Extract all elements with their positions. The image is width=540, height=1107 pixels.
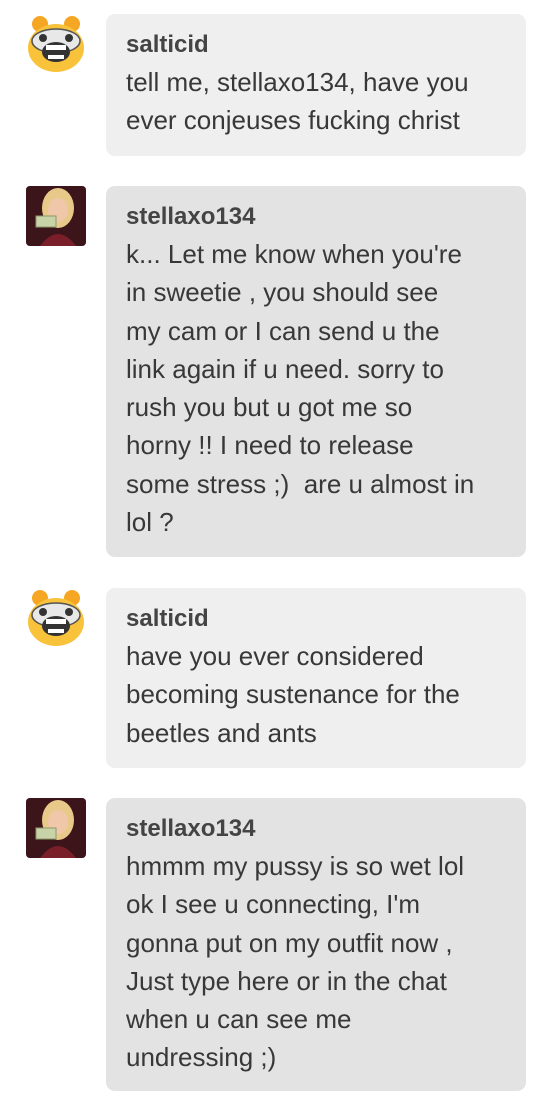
message-text: hmmm my pussy is so wet lol ok I see u c… [126, 851, 465, 1073]
message-bubble: stellaxo134 k... Let me know when you're… [106, 186, 526, 557]
message-bubble: salticid have you ever considered becomi… [106, 588, 526, 768]
user-photo-avatar-icon[interactable] [26, 186, 86, 246]
message-username[interactable]: salticid [126, 605, 506, 633]
message-text: tell me, stellaxo134, have you ever conj… [126, 67, 469, 136]
message-username[interactable]: stellaxo134 [126, 203, 506, 231]
user-photo-avatar-icon[interactable] [26, 798, 86, 858]
message-bubble: stellaxo134 hmmm my pussy is so wet lol … [106, 798, 526, 1091]
cartoon-monster-avatar-icon[interactable] [26, 588, 86, 648]
cartoon-monster-avatar-icon[interactable] [26, 14, 86, 74]
message-text: k... Let me know when you're in sweetie … [126, 239, 475, 538]
message-username[interactable]: salticid [126, 31, 506, 59]
message-bubble: salticid tell me, stellaxo134, have you … [106, 14, 526, 156]
message-text: have you ever considered becoming susten… [126, 641, 460, 748]
message-username[interactable]: stellaxo134 [126, 815, 506, 843]
